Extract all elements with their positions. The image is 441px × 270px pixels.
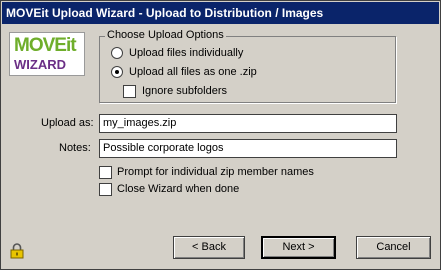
- logo-line2: WIZARD: [14, 57, 66, 72]
- back-button[interactable]: < Back: [173, 236, 245, 259]
- title-bar: MOVEit Upload Wizard - Upload to Distrib…: [2, 2, 439, 24]
- notes-input[interactable]: Possible corporate logos: [99, 139, 397, 158]
- upload-zip-label: Upload all files as one .zip: [129, 66, 257, 78]
- upload-as-label: Upload as:: [41, 117, 94, 129]
- upload-wizard-window: MOVEit Upload Wizard - Upload to Distrib…: [0, 0, 441, 270]
- moveit-wizard-logo: MOVEit WIZARD: [9, 32, 85, 76]
- upload-individually-radio[interactable]: [111, 47, 123, 59]
- lock-icon: [10, 243, 24, 259]
- upload-options-legend: Choose Upload Options: [105, 29, 226, 41]
- close-wizard-checkbox[interactable]: [99, 183, 112, 196]
- prompt-zip-names-checkbox[interactable]: [99, 166, 112, 179]
- prompt-zip-names-label: Prompt for individual zip member names: [117, 166, 314, 178]
- next-button[interactable]: Next >: [261, 236, 336, 259]
- close-wizard-label: Close Wizard when done: [117, 183, 240, 195]
- upload-individually-label: Upload files individually: [129, 47, 244, 59]
- upload-zip-radio[interactable]: [111, 66, 123, 78]
- cancel-button[interactable]: Cancel: [356, 236, 431, 259]
- notes-label: Notes:: [59, 142, 91, 154]
- ignore-subfolders-label: Ignore subfolders: [142, 85, 227, 97]
- ignore-subfolders-checkbox[interactable]: [123, 85, 136, 98]
- upload-as-input[interactable]: my_images.zip: [99, 114, 397, 133]
- logo-line1: MOVEit: [14, 35, 77, 56]
